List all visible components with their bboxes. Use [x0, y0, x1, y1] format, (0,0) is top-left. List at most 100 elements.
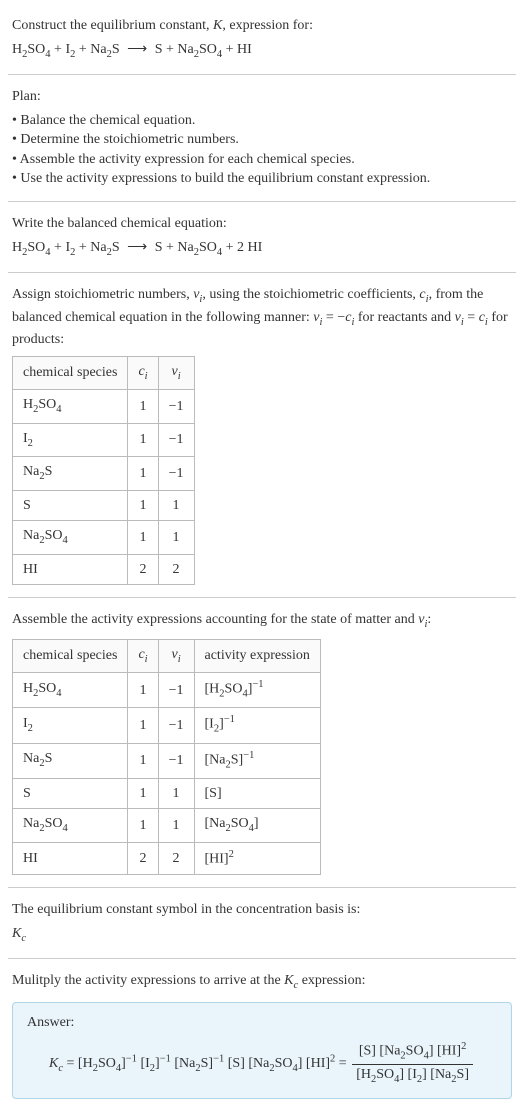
th-ci: ci [128, 356, 158, 389]
intro-K: K [213, 18, 222, 33]
table-row: S11 [13, 490, 195, 521]
multiply-text: Mulitply the activity expressions to arr… [12, 971, 512, 993]
kc-K: K [12, 926, 21, 941]
table-row: Na2S1−1[Na2S]−1 [13, 743, 321, 778]
eq-s: S [112, 42, 120, 57]
plan-bullet-3: Assemble the activity expression for eac… [12, 150, 512, 170]
plan-title: Plan: [12, 87, 512, 107]
cell-activity: [Na2SO4] [194, 809, 320, 842]
cell-species: I2 [13, 708, 128, 743]
cell-species: H2SO4 [13, 390, 128, 423]
cell-species: Na2SO4 [13, 809, 128, 842]
beq-so: SO [27, 240, 45, 255]
cell-c: 1 [128, 423, 158, 456]
cell-v: 1 [158, 521, 194, 554]
cell-v: −1 [158, 423, 194, 456]
fraction-denominator: [H2SO4] [I2] [Na2S] [352, 1065, 473, 1087]
divider [8, 887, 516, 888]
cell-activity: [HI]2 [194, 842, 320, 874]
fraction-numerator: [S] [Na2SO4] [HI]2 [352, 1040, 473, 1065]
plan-section: Plan: Balance the chemical equation. Det… [8, 79, 516, 197]
table-row: H2SO41−1 [13, 390, 195, 423]
cell-species: Na2S [13, 457, 128, 490]
kc-expression: Kc = [H2SO4]−1 [I2]−1 [Na2S]−1 [S] [Na2S… [27, 1040, 497, 1088]
table-row: Na2SO411[Na2SO4] [13, 809, 321, 842]
cell-v: 2 [158, 842, 194, 874]
cell-activity: [S] [194, 778, 320, 809]
cell-species: S [13, 778, 128, 809]
divider [8, 597, 516, 598]
beq-plus2: + [75, 240, 90, 255]
st-eq1: = − [322, 310, 345, 325]
mul-t2: expression: [298, 973, 365, 988]
stoich-table: chemical species ci νi H2SO41−1 I21−1 Na… [12, 356, 195, 586]
kc-symbol-text: The equilibrium constant symbol in the c… [12, 900, 512, 920]
cell-c: 2 [128, 842, 158, 874]
cell-v: −1 [158, 673, 194, 708]
unbalanced-equation: H2SO4 + I2 + Na2S ⟶ S + Na2SO4 + HI [12, 40, 512, 62]
divider [8, 272, 516, 273]
cell-species: H2SO4 [13, 673, 128, 708]
activity-table: chemical species ci νi activity expressi… [12, 639, 321, 875]
th-species: chemical species [13, 356, 128, 389]
kc-symbol: Kc [12, 924, 512, 946]
plan-list: Balance the chemical equation. Determine… [12, 111, 512, 189]
cell-activity: [I2]−1 [194, 708, 320, 743]
plan-bullet-1: Balance the chemical equation. [12, 111, 512, 131]
beq-s: S [112, 240, 120, 255]
plan-bullet-4: Use the activity expressions to build th… [12, 169, 512, 189]
table-row: HI22 [13, 554, 195, 585]
eq-plus1: + [51, 42, 66, 57]
cell-v: 1 [158, 778, 194, 809]
reaction-arrow-icon: ⟶ [127, 40, 147, 60]
beq-plus1: + [51, 240, 66, 255]
table-row: HI22[HI]2 [13, 842, 321, 874]
ans-c: c [58, 1063, 63, 1074]
cell-c: 1 [128, 708, 158, 743]
th-activity: activity expression [194, 639, 320, 672]
cell-v: −1 [158, 390, 194, 423]
beq-p1b: SO [199, 240, 217, 255]
table-header-row: chemical species ci νi activity expressi… [13, 639, 321, 672]
as-colon: : [427, 612, 431, 627]
cell-c: 1 [128, 673, 158, 708]
fraction: [S] [Na2SO4] [HI]2 [H2SO4] [I2] [Na2S] [352, 1040, 473, 1088]
table-row: Na2S1−1 [13, 457, 195, 490]
table-row: H2SO41−1[H2SO4]−1 [13, 673, 321, 708]
table-header-row: chemical species ci νi [13, 356, 195, 389]
cell-species: Na2S [13, 743, 128, 778]
cell-activity: [H2SO4]−1 [194, 673, 320, 708]
kc-c: c [21, 932, 26, 943]
table-row: I21−1 [13, 423, 195, 456]
intro-section: Construct the equilibrium constant, K, e… [8, 8, 516, 70]
kc-symbol-section: The equilibrium constant symbol in the c… [8, 892, 516, 954]
intro-line: Construct the equilibrium constant, K, e… [12, 16, 512, 36]
balanced-equation: H2SO4 + I2 + Na2S ⟶ S + Na2SO4 + 2 HI [12, 238, 512, 260]
multiply-section: Mulitply the activity expressions to arr… [8, 963, 516, 1107]
intro-text-1: Construct the equilibrium constant, [12, 18, 213, 33]
beq-plus3: + 2 HI [222, 240, 262, 255]
balanced-title: Write the balanced chemical equation: [12, 214, 512, 234]
balanced-section: Write the balanced chemical equation: H2… [8, 206, 516, 268]
st-t1: Assign stoichiometric numbers, [12, 287, 193, 302]
mul-t1: Mulitply the activity expressions to arr… [12, 973, 284, 988]
beq-h: H [12, 240, 22, 255]
cell-species: I2 [13, 423, 128, 456]
cell-v: −1 [158, 457, 194, 490]
cell-c: 1 [128, 743, 158, 778]
divider [8, 74, 516, 75]
divider [8, 201, 516, 202]
reaction-arrow-icon: ⟶ [127, 238, 147, 258]
answer-label: Answer: [27, 1013, 497, 1033]
eq-plus2: + [75, 42, 90, 57]
cell-c: 2 [128, 554, 158, 585]
assemble-section: Assemble the activity expressions accoun… [8, 602, 516, 883]
table-row: I21−1[I2]−1 [13, 708, 321, 743]
cell-v: 2 [158, 554, 194, 585]
eq-na: Na [90, 42, 106, 57]
cell-species: S [13, 490, 128, 521]
th-vi: νi [158, 356, 194, 389]
beq-na: Na [90, 240, 106, 255]
cell-c: 1 [128, 390, 158, 423]
cell-c: 1 [128, 490, 158, 521]
